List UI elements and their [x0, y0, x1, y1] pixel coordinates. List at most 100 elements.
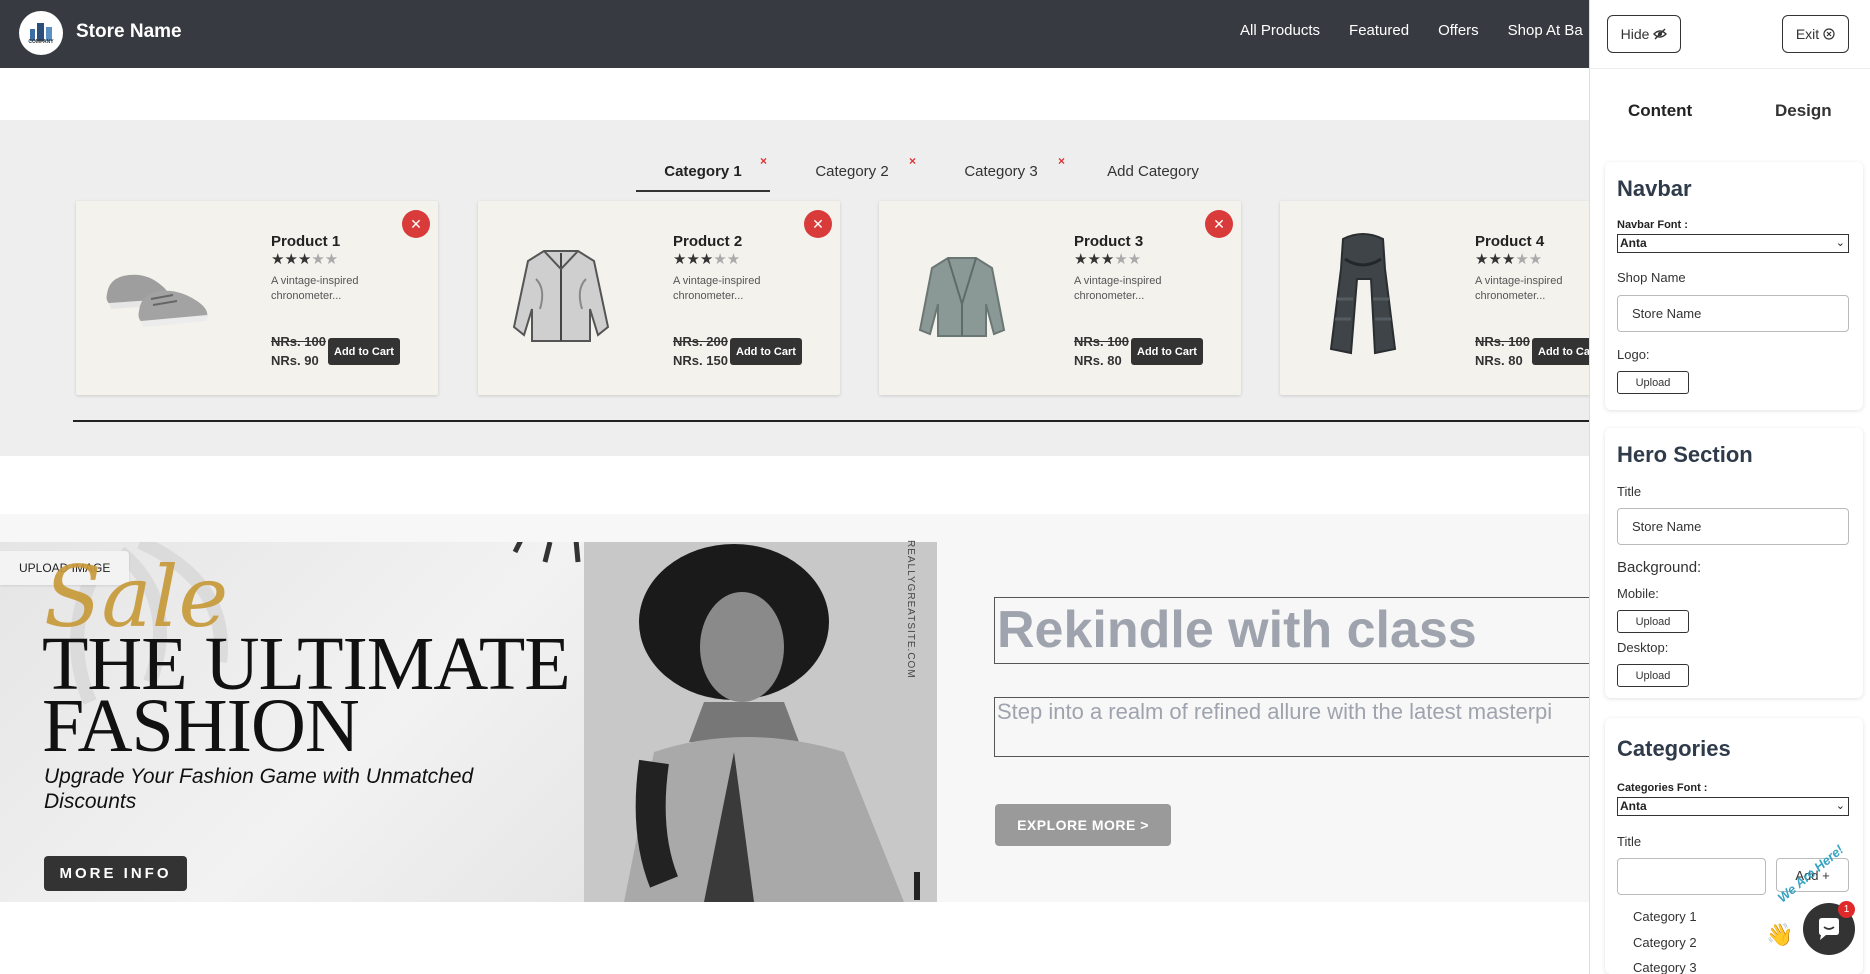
nav-featured[interactable]: Featured: [1349, 22, 1409, 39]
product-image-cardigan: [899, 229, 1024, 359]
notification-badge: 1: [1838, 901, 1855, 918]
background-label: Background:: [1617, 559, 1702, 576]
category-list-item[interactable]: Category 3: [1633, 960, 1697, 974]
panel-header: Hide Exit: [1590, 0, 1870, 68]
desktop-upload-button[interactable]: Upload: [1617, 664, 1689, 687]
store-name[interactable]: Store Name: [76, 21, 182, 43]
product-card[interactable]: Product 1 ★★★★★ A vintage-inspired chron…: [76, 201, 438, 395]
categories-font-select[interactable]: Anta ⌄: [1617, 797, 1849, 816]
logo-text: COMPANY: [28, 39, 54, 45]
tab-add-category[interactable]: Add Category: [1083, 140, 1223, 192]
tab-design[interactable]: Design: [1775, 101, 1832, 121]
shop-name-input[interactable]: Store Name: [1617, 295, 1849, 332]
banner-site-url: REALLYGREATSITE.COM: [905, 540, 916, 679]
navbar-settings-card: Navbar Navbar Font : Anta ⌄ Shop Name Sto…: [1605, 162, 1863, 410]
category-list-item[interactable]: Category 1: [1633, 909, 1697, 924]
building-icon: [30, 23, 52, 41]
chat-bubble-icon: [1819, 918, 1839, 940]
wave-icon: 👋: [1766, 922, 1794, 947]
section-divider: [73, 420, 1590, 422]
categories-font-label: Categories Font :: [1617, 782, 1708, 794]
tab-category-2[interactable]: Category 2: [785, 140, 919, 192]
delete-product-icon[interactable]: ✕: [402, 210, 430, 238]
nav-all-products[interactable]: All Products: [1240, 22, 1320, 39]
section-title: Navbar: [1617, 176, 1692, 201]
hero-title-input[interactable]: Store Name: [1617, 508, 1849, 545]
category-section: Category 1 × Category 2 × Category 3 × A…: [0, 120, 1642, 456]
tab-category-1[interactable]: Category 1: [636, 140, 770, 192]
remove-category-3-icon[interactable]: ×: [1058, 154, 1065, 168]
more-info-button[interactable]: MORE INFO: [44, 856, 187, 891]
hero-title-label: Title: [1617, 484, 1642, 499]
chevron-down-icon: ⌄: [1835, 800, 1845, 812]
banner-headline-line2: FASHION: [42, 684, 360, 768]
remove-category-2-icon[interactable]: ×: [909, 154, 916, 168]
product-title: Product 4: [1475, 233, 1545, 250]
logo-label: Logo:: [1617, 347, 1650, 362]
select-value: Anta: [1620, 799, 1647, 813]
product-card[interactable]: Product 4 ★★★★★ A vintage-inspired chron…: [1280, 201, 1642, 395]
rating-stars: ★★★★★: [673, 251, 741, 268]
model-photo: [584, 542, 937, 902]
delete-product-icon[interactable]: ✕: [1205, 210, 1233, 238]
navbar-font-label: Navbar Font :: [1617, 219, 1688, 231]
section-title: Hero Section: [1617, 442, 1753, 467]
rating-stars: ★★★★★: [1475, 251, 1543, 268]
old-price: NRs. 100: [271, 334, 326, 349]
category-title-input[interactable]: [1617, 858, 1766, 895]
rating-stars: ★★★★★: [1074, 251, 1142, 268]
nav-links: All Products Featured Offers Shop At Ba: [1240, 22, 1612, 39]
new-price: NRs. 80: [1074, 353, 1122, 368]
tab-label: Category 2: [815, 163, 889, 180]
editor-panel: Hide Exit Content Design Navbar Navbar F…: [1589, 0, 1870, 974]
navbar-font-select[interactable]: Anta ⌄: [1617, 234, 1849, 253]
tab-category-3[interactable]: Category 3: [934, 140, 1068, 192]
product-title: Product 3: [1074, 233, 1144, 250]
hero-settings-card: Hero Section Title Store Name Background…: [1605, 428, 1863, 698]
panel-tabs: Content Design: [1590, 68, 1870, 152]
new-price: NRs. 90: [271, 353, 319, 368]
logo-upload-button[interactable]: Upload: [1617, 371, 1689, 394]
product-cards: Product 1 ★★★★★ A vintage-inspired chron…: [0, 201, 1642, 401]
tab-label: Category 1: [664, 163, 742, 180]
exit-button[interactable]: Exit: [1782, 15, 1849, 53]
add-to-cart-button[interactable]: Add to Cart: [328, 338, 400, 365]
section-title: Categories: [1617, 736, 1731, 761]
desktop-label: Desktop:: [1617, 640, 1669, 655]
product-image-jacket: [498, 229, 623, 359]
remove-category-1-icon[interactable]: ×: [760, 154, 767, 168]
add-to-cart-button[interactable]: Add to Ca: [1532, 338, 1596, 365]
product-description: A vintage-inspired chronometer...: [673, 275, 761, 302]
store-logo[interactable]: COMPANY: [19, 11, 63, 55]
exit-label: Exit: [1795, 26, 1820, 42]
new-price: NRs. 150: [673, 353, 728, 368]
product-title: Product 2: [673, 233, 743, 250]
rating-stars: ★★★★★: [271, 251, 339, 268]
product-card[interactable]: Product 3 ★★★★★ A vintage-inspired chron…: [879, 201, 1241, 395]
add-to-cart-button[interactable]: Add to Cart: [730, 338, 802, 365]
product-title: Product 1: [271, 233, 341, 250]
tab-content[interactable]: Content: [1628, 101, 1692, 121]
old-price: NRs. 100: [1475, 334, 1530, 349]
explore-more-button[interactable]: EXPLORE MORE >: [995, 804, 1171, 846]
add-to-cart-button[interactable]: Add to Cart: [1131, 338, 1203, 365]
eye-off-icon: [1653, 28, 1668, 40]
category-list-item[interactable]: Category 2: [1633, 935, 1697, 950]
product-description: A vintage-inspired chronometer...: [1475, 275, 1563, 302]
chevron-down-icon: ⌄: [1835, 237, 1845, 249]
hero-title-field[interactable]: Rekindle with class: [994, 597, 1594, 664]
hero-description-field[interactable]: Step into a realm of refined allure with…: [994, 697, 1594, 757]
product-description: A vintage-inspired chronometer...: [271, 275, 359, 302]
delete-product-icon[interactable]: ✕: [804, 210, 832, 238]
mobile-upload-button[interactable]: Upload: [1617, 610, 1689, 633]
hide-label: Hide: [1620, 26, 1650, 42]
new-price: NRs. 80: [1475, 353, 1523, 368]
nav-shop-at-ba[interactable]: Shop At Ba: [1508, 22, 1583, 39]
product-card[interactable]: Product 2 ★★★★★ A vintage-inspired chron…: [478, 201, 840, 395]
select-value: Anta: [1620, 236, 1647, 250]
tab-label: Add Category: [1107, 163, 1199, 180]
nav-offers[interactable]: Offers: [1438, 22, 1479, 39]
close-circle-icon: [1823, 28, 1835, 40]
banner-subtitle: Upgrade Your Fashion Game with Unmatched…: [44, 765, 474, 813]
hide-button[interactable]: Hide: [1607, 15, 1681, 53]
